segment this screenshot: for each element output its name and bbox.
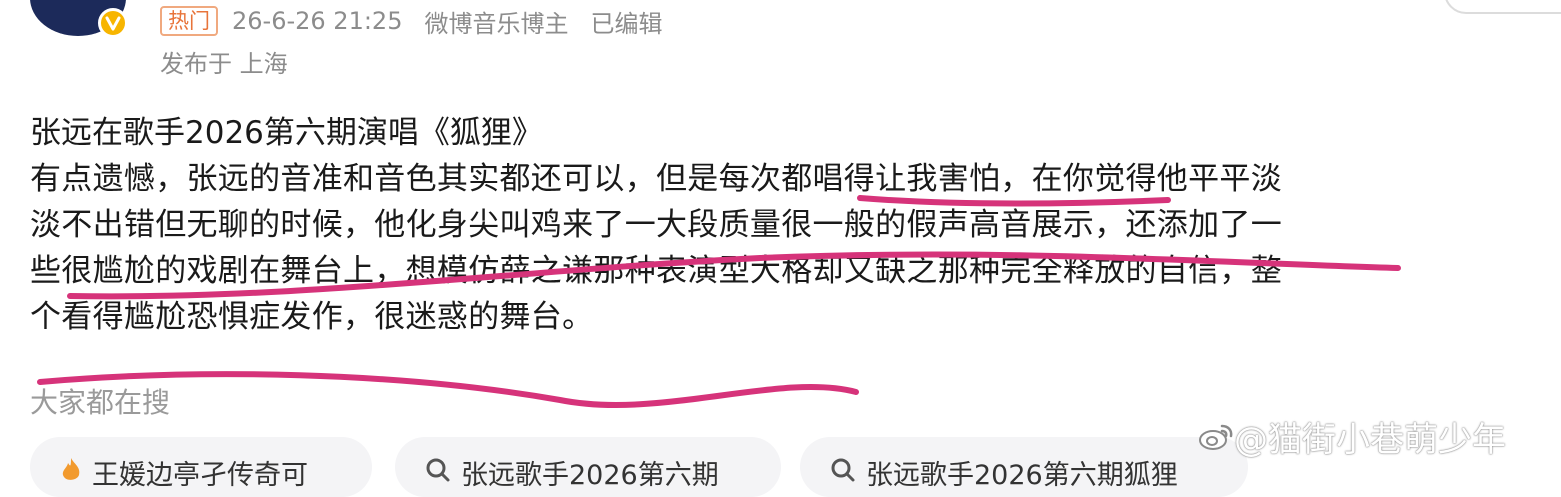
post-title: 张远在歌手2026第六期演唱《狐狸》 [30, 115, 543, 151]
follow-button[interactable] [1444, 0, 1561, 14]
weibo-watermark: @猫街小巷萌少年 [1198, 412, 1506, 461]
post-meta: 热门 26-6-26 21:25 微博音乐博主 已编辑 [160, 4, 662, 38]
trending-chip-label: 张远歌手2026第六期 [461, 460, 719, 491]
trending-chip-label: 王媛边亭孑传奇可 [92, 460, 308, 491]
post-body-line: 个看得尴尬恐惧症发作，很迷惑的舞台。 [30, 299, 594, 335]
post-body-line: 有点遗憾，张远的音准和音色其实都还可以，但是每次都唱得让我害怕，在你觉得他平平淡 [30, 161, 1282, 197]
trending-search-label: 大家都在搜 [30, 386, 171, 419]
trending-chip[interactable]: 王媛边亭孑传奇可 [30, 437, 372, 497]
hot-tag: 热门 [160, 6, 218, 36]
search-icon [425, 457, 451, 490]
hot-icon [60, 457, 82, 490]
trending-chip-label: 张远歌手2026第六期狐狸 [866, 460, 1178, 491]
search-icon [830, 457, 856, 490]
post-body-line: 淡不出错但无聊的时候，他化身尖叫鸡来了一大段质量很一般的假声高音展示，还添加了一 [30, 207, 1282, 243]
trending-chip[interactable]: 张远歌手2026第六期狐狸 [800, 437, 1248, 497]
verified-badge-icon [98, 8, 128, 38]
post-location: 发布于 上海 [160, 50, 288, 78]
post-timestamp: 26-6-26 21:25 [232, 7, 403, 35]
author-role: 微博音乐博主 [424, 9, 569, 38]
watermark-text: @猫街小巷萌少年 [1234, 420, 1506, 460]
edited-label[interactable]: 已编辑 [590, 4, 662, 39]
trending-chip[interactable]: 张远歌手2026第六期 [395, 437, 781, 497]
post-body-line: 些很尴尬的戏剧在舞台上，想模仿薛之谦那种表演型大格却又缺之那种完全释放的自信，整 [30, 253, 1282, 289]
weibo-logo-icon [1199, 424, 1233, 450]
